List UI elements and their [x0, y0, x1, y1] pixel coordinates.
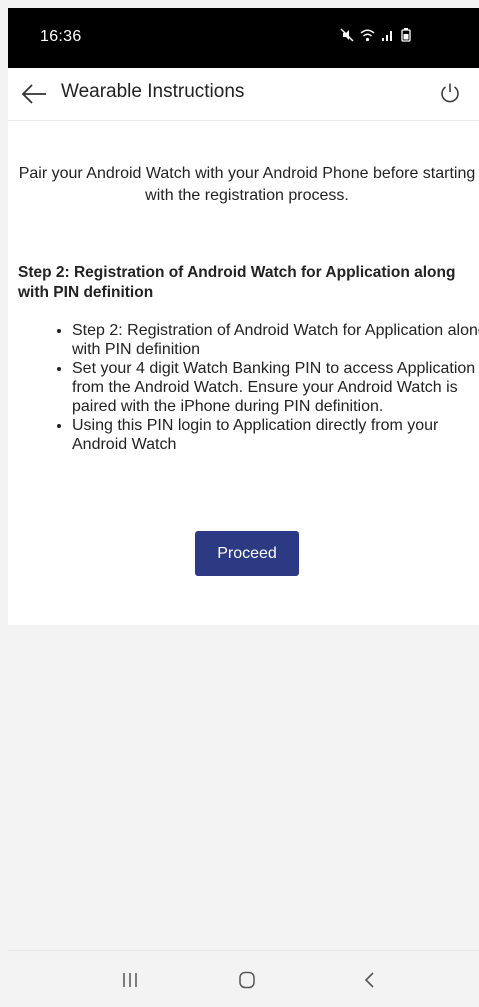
arrow-left-icon — [21, 84, 46, 104]
list-item: Step 2: Registration of Android Watch fo… — [72, 321, 479, 359]
app-bar: Wearable Instructions — [8, 68, 479, 121]
back-icon — [364, 972, 374, 988]
instructions-content: Pair your Android Watch with your Androi… — [8, 121, 479, 625]
status-icons — [340, 28, 411, 42]
recents-button[interactable] — [110, 965, 150, 995]
step-heading: Step 2: Registration of Android Watch fo… — [18, 264, 456, 301]
phone-screen: 16:36 Wearable Instructions Pair your An… — [0, 0, 479, 1007]
instruction-list: Step 2: Registration of Android Watch fo… — [54, 321, 479, 454]
logout-button[interactable] — [435, 78, 465, 108]
system-nav-bar — [8, 950, 479, 1007]
mute-icon — [340, 28, 354, 42]
proceed-button[interactable]: Proceed — [195, 531, 299, 576]
back-button[interactable] — [18, 78, 50, 110]
wifi-icon — [360, 29, 375, 41]
home-button[interactable] — [227, 965, 267, 995]
status-time: 16:36 — [40, 28, 82, 45]
signal-icon — [382, 30, 392, 41]
home-icon — [239, 971, 255, 989]
battery-icon — [401, 28, 411, 42]
system-back-button[interactable] — [350, 965, 390, 995]
power-icon — [441, 83, 459, 103]
page-title: Wearable Instructions — [61, 81, 245, 102]
status-bar: 16:36 — [8, 8, 479, 68]
empty-area — [8, 625, 479, 950]
intro-text: Pair your Android Watch with your Androi… — [18, 165, 476, 204]
list-item: Set your 4 digit Watch Banking PIN to ac… — [72, 359, 479, 416]
recents-icon — [123, 973, 137, 987]
list-item: Using this PIN login to Application dire… — [72, 416, 479, 454]
